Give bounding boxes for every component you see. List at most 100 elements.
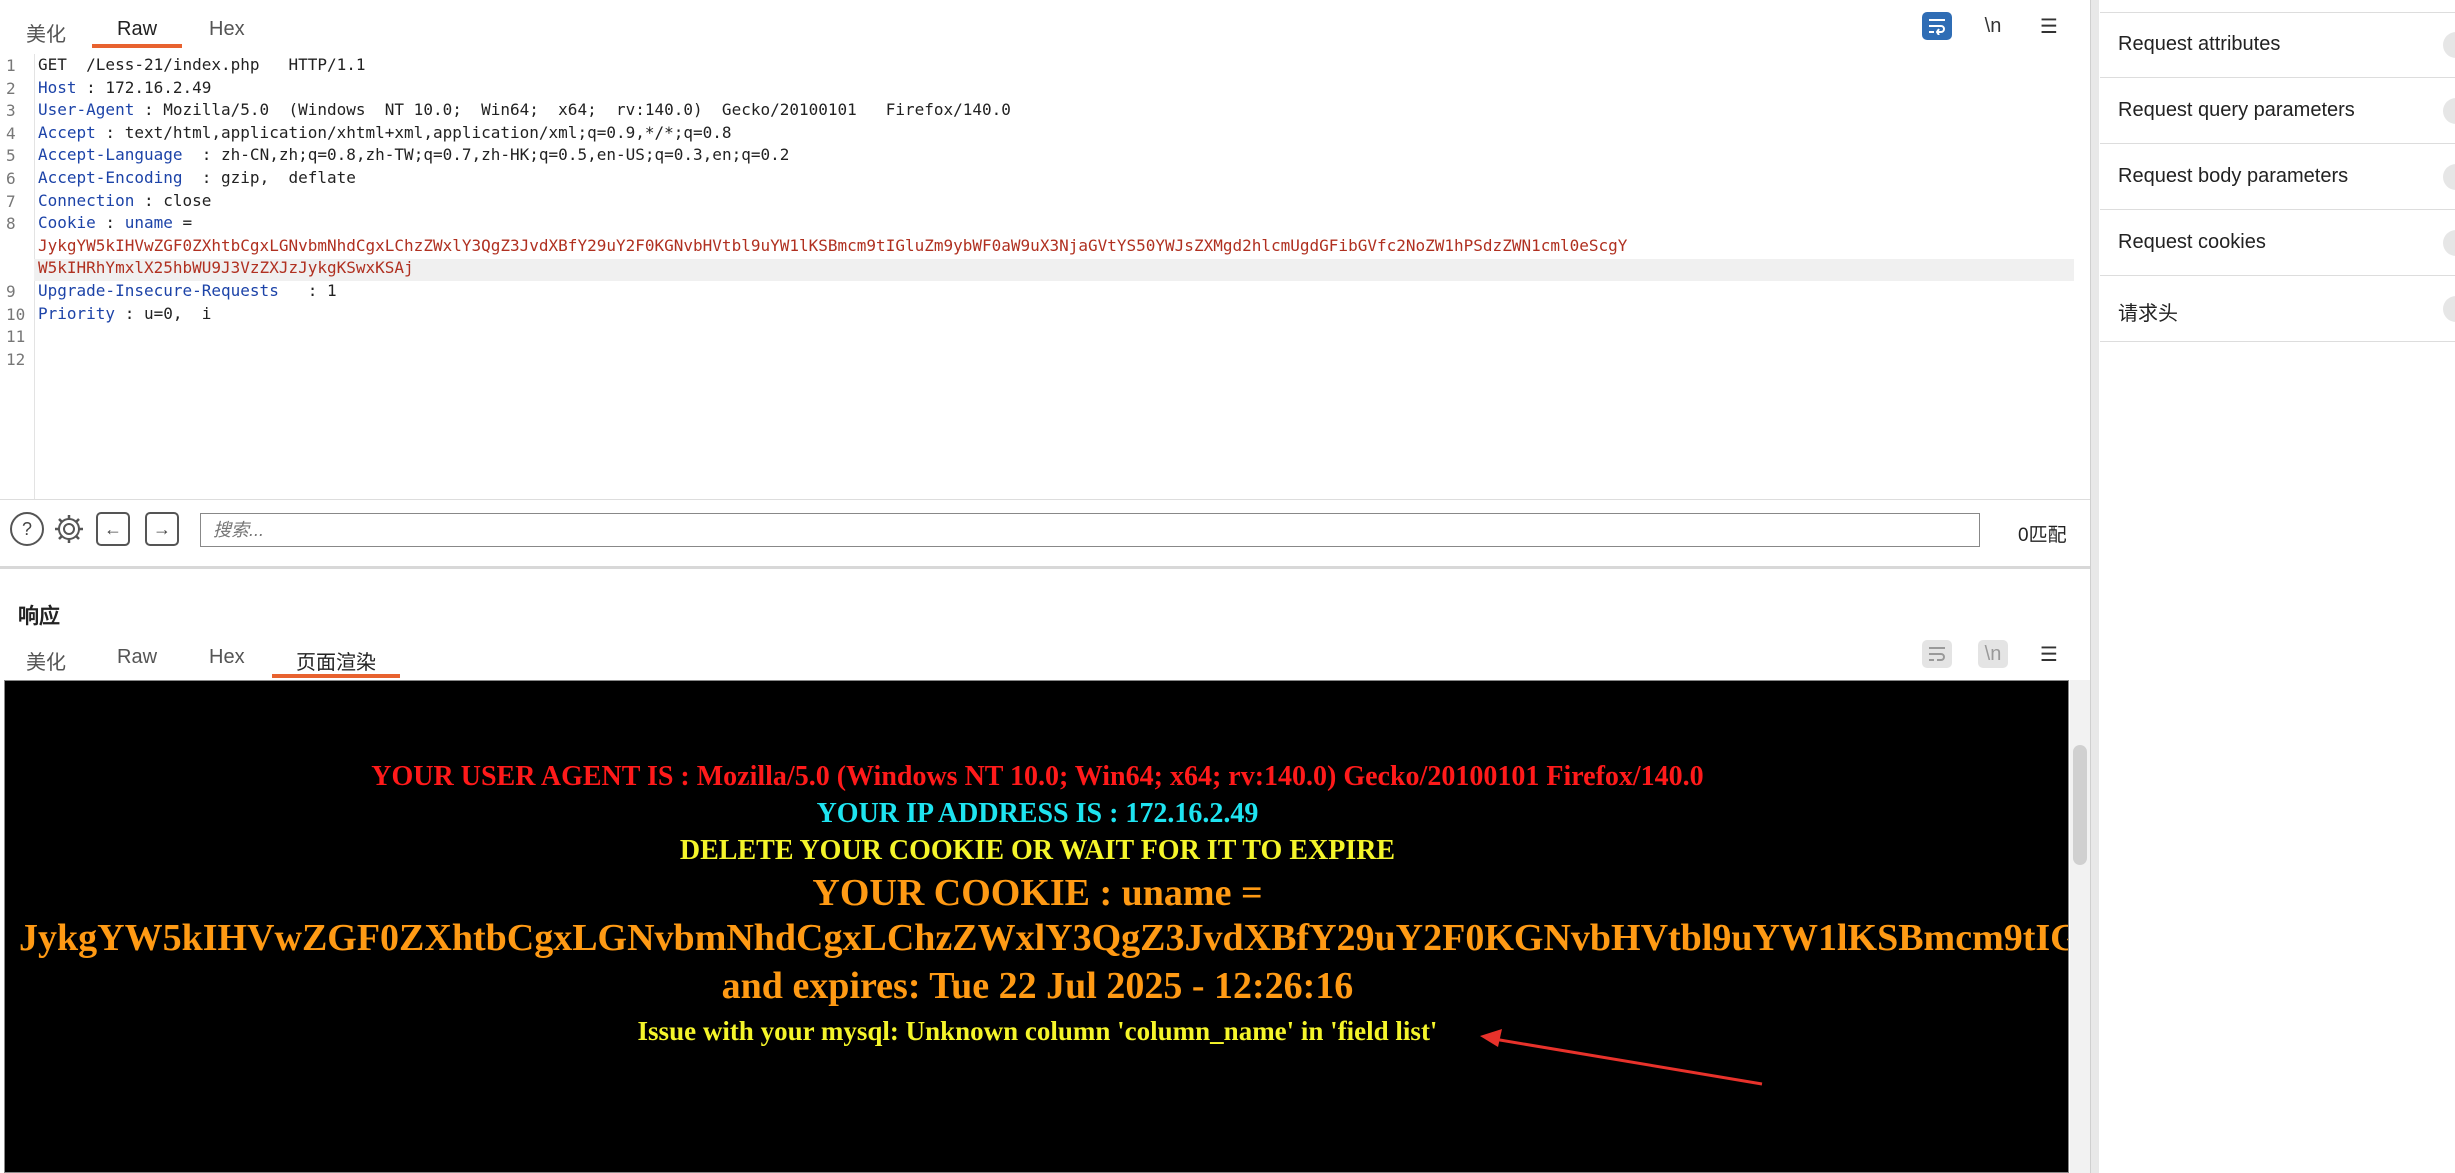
code-line: JykgYW5kIHVwZGF0ZXhtbCgxLGNvbmNhdCgxLChz…: [38, 235, 1627, 257]
header-value: : close: [134, 190, 212, 210]
expand-toggle[interactable]: [2443, 32, 2455, 58]
annotation-arrow: [1480, 1029, 1763, 1086]
hamburger-menu-icon[interactable]: ☰: [2034, 12, 2064, 40]
request-tabs: 美化 Raw Hex \n ☰: [0, 0, 2090, 50]
render-scrollbar[interactable]: [2070, 680, 2090, 1173]
header-name: Accept-Encoding: [38, 168, 183, 187]
cookie-value-text: JykgYW5kIHVwZGF0ZXhtbCgxLGNvbmNhdCgxLChz…: [19, 917, 2069, 959]
code-line: W5kIHRhYmxlX25hbWU9J3VzZXJzJykgKSwxKSAj: [38, 257, 414, 279]
vertical-splitter[interactable]: [2090, 0, 2099, 1173]
newline-toggle[interactable]: \n: [1978, 12, 2008, 40]
header-name: Upgrade-Insecure-Requests: [38, 281, 279, 300]
sidebar-item-query-params[interactable]: Request query parameters: [2100, 78, 2455, 144]
code-line: User-Agent : Mozilla/5.0 (Windows NT 10.…: [38, 99, 1011, 121]
request-editor[interactable]: 1 2 3 4 5 6 7 8 9 10 11 12 GET /Less-21/index.php H…: [0, 54, 2090, 500]
wrap-lines-icon: [1922, 640, 1952, 668]
request-pane: 美化 Raw Hex \n ☰ 1 2 3 4 5 6 7 8 9 10 11 12 GET /Les…: [0, 0, 2090, 570]
arrow-right-icon[interactable]: →: [145, 512, 179, 546]
code-line: Priority : u=0, i: [38, 303, 211, 325]
line-number: 5: [6, 146, 16, 166]
line-number: 8: [6, 214, 16, 234]
tab-raw[interactable]: Raw: [117, 640, 157, 675]
header-value: : gzip, deflate: [182, 168, 356, 187]
header-value: : Mozilla/5.0 (Windows NT 10.0; Win64; x…: [134, 100, 1011, 120]
inspector-sidebar: Request attributes Request query paramet…: [2100, 0, 2455, 1173]
header-name: Cookie: [38, 213, 96, 233]
line-number: 10: [6, 304, 26, 324]
line-number: 9: [6, 282, 16, 301]
response-toolbar: \n ☰: [1922, 640, 2064, 668]
sidebar-item-cookies[interactable]: Request cookies: [2100, 210, 2455, 276]
line-number: 7: [6, 191, 16, 211]
header-name: Connection: [38, 190, 135, 210]
line-number: 12: [6, 349, 26, 369]
header-name: Accept: [38, 122, 96, 142]
gear-icon[interactable]: [52, 512, 86, 546]
tab-raw[interactable]: Raw: [117, 12, 157, 47]
expand-toggle[interactable]: [2443, 230, 2455, 256]
code-line: GET /Less-21/index.php HTTP/1.1: [38, 54, 366, 76]
response-tabs: 美化 Raw Hex 页面渲染 \n ☰: [0, 640, 2090, 680]
line-number: 1: [6, 56, 16, 75]
active-tab-indicator: [92, 44, 182, 48]
cookie-value: W5kIHRhYmxlX25hbWU9J3VzZXJzJykgKSwxKSAj: [38, 258, 414, 278]
tab-pretty[interactable]: 美化: [26, 640, 66, 681]
sidebar-item-body-params[interactable]: Request body parameters: [2100, 144, 2455, 210]
header-value: :: [95, 213, 125, 233]
tab-hex[interactable]: Hex: [209, 12, 245, 47]
sidebar-item-request-attributes[interactable]: Request attributes: [2100, 12, 2455, 78]
header-value: : 172.16.2.49: [76, 77, 212, 97]
line-number: 4: [6, 123, 16, 143]
match-count: 0匹配: [2018, 525, 2067, 546]
line-number: 2: [6, 78, 16, 98]
line-gutter: 1 2 3 4 5 6 7 8 9 10 11 12: [0, 54, 35, 499]
sidebar-item-label: Request body parameters: [2118, 165, 2349, 187]
header-name: Priority: [38, 303, 116, 323]
code-line: Accept : text/html,application/xhtml+xml…: [38, 122, 732, 144]
header-name: Accept-Language: [38, 145, 183, 165]
expand-toggle[interactable]: [2443, 296, 2455, 322]
delete-cookie-text: DELETE YOUR COOKIE OR WAIT FOR IT TO EXP…: [679, 835, 1396, 866]
code-line: Accept-Language : zh-CN,zh;q=0.8,zh-TW;q…: [38, 144, 789, 166]
header-value: : text/html,application/xhtml+xml,applic…: [95, 122, 732, 142]
expand-toggle[interactable]: [2443, 164, 2455, 190]
expand-toggle[interactable]: [2443, 98, 2455, 124]
tab-pretty[interactable]: 美化: [26, 12, 66, 53]
header-name: Host: [38, 77, 77, 97]
wrap-lines-icon[interactable]: [1922, 12, 1952, 40]
request-toolbar: \n ☰: [1922, 12, 2064, 40]
cookie-value: JykgYW5kIHVwZGF0ZXhtbCgxLGNvbmNhdCgxLChz…: [38, 235, 1628, 255]
line-number: 6: [6, 169, 16, 188]
user-agent-text: YOUR USER AGENT IS : Mozilla/5.0 (Window…: [371, 761, 1704, 792]
ip-address-text: YOUR IP ADDRESS IS : 172.16.2.49: [816, 798, 1259, 829]
line-number: 11: [6, 327, 26, 347]
expires-text: and expires: Tue 22 Jul 2025 - 12:26:16: [721, 965, 1354, 1007]
cookie-equals: =: [172, 213, 193, 233]
sidebar-item-label: Request cookies: [2118, 231, 2266, 253]
header-value: : zh-CN,zh;q=0.8,zh-TW;q=0.7,zh-HK;q=0.5…: [182, 145, 790, 165]
cookie-name: uname: [124, 213, 173, 233]
sidebar-item-headers[interactable]: 请求头: [2100, 276, 2455, 342]
sidebar-item-label: Request query parameters: [2118, 99, 2355, 121]
active-tab-indicator: [272, 674, 400, 678]
tab-hex[interactable]: Hex: [209, 640, 245, 675]
cookie-label-text: YOUR COOKIE : uname =: [812, 872, 1263, 914]
sidebar-item-label: Request attributes: [2118, 33, 2281, 55]
response-title: 响应: [18, 605, 60, 628]
header-value: GET /Less-21/index.php HTTP/1.1: [38, 55, 366, 74]
code-line: Host : 172.16.2.49: [38, 77, 211, 99]
hamburger-menu-icon[interactable]: ☰: [2034, 640, 2064, 668]
help-icon[interactable]: ?: [10, 512, 44, 546]
sidebar-item-label: 请求头: [2118, 303, 2178, 325]
search-input[interactable]: [200, 513, 1980, 547]
pane-divider[interactable]: [0, 566, 2090, 569]
arrow-left-icon[interactable]: ←: [96, 512, 130, 546]
line-number: 3: [6, 101, 16, 121]
header-value: : u=0, i: [115, 303, 212, 323]
header-name: User-Agent: [38, 100, 135, 120]
code-line: Connection : close: [38, 190, 211, 212]
scroll-thumb[interactable]: [2073, 745, 2087, 865]
newline-toggle: \n: [1978, 640, 2008, 668]
code-line: Accept-Encoding : gzip, deflate: [38, 167, 356, 189]
code-line: Cookie : uname =: [38, 212, 192, 234]
